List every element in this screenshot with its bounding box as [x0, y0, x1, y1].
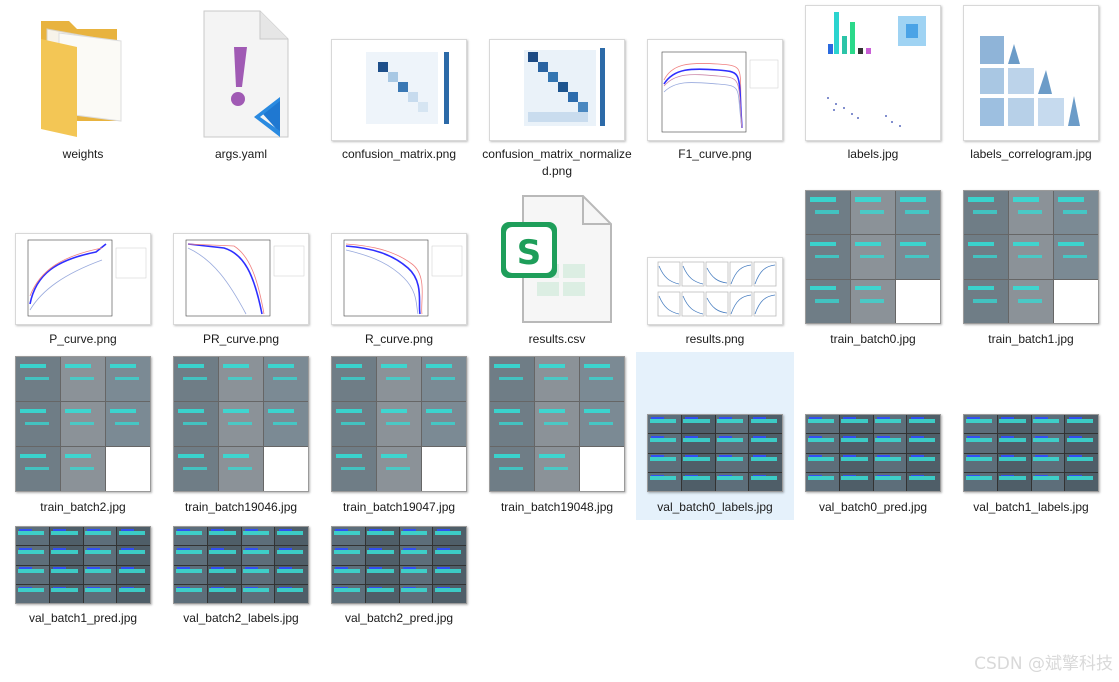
file-item[interactable]: PR_curve.png	[162, 188, 320, 353]
train-batch-thumbnail	[805, 190, 941, 324]
file-name: confusion_matrix.png	[341, 147, 457, 161]
file-item[interactable]: train_batch1.jpg	[952, 188, 1110, 353]
train-batch-thumbnail	[963, 190, 1099, 324]
file-item-selected[interactable]: val_batch0_labels.jpg	[636, 352, 794, 520]
file-name: P_curve.png	[49, 332, 117, 346]
file-name: labels_correlogram.jpg	[970, 147, 1092, 161]
pr-curve-thumbnail	[173, 233, 309, 325]
val-batch-thumbnail	[173, 526, 309, 604]
file-name: train_batch0.jpg	[830, 332, 916, 346]
file-name: train_batch19047.jpg	[342, 500, 456, 514]
file-name: results.png	[685, 332, 745, 346]
file-name: val_batch2_pred.jpg	[344, 611, 454, 625]
file-item[interactable]: train_batch19048.jpg	[478, 354, 636, 520]
train-batch-thumbnail	[331, 356, 467, 492]
r-curve-thumbnail	[331, 233, 467, 325]
vscode-yaml-icon	[203, 10, 289, 138]
labels-correlogram-thumbnail	[963, 5, 1099, 141]
p-curve-thumbnail	[15, 233, 151, 325]
file-item[interactable]: train_batch0.jpg	[794, 188, 952, 353]
val-batch-thumbnail	[963, 414, 1099, 492]
file-item[interactable]: R_curve.png	[320, 188, 478, 353]
file-name: val_batch0_labels.jpg	[657, 500, 773, 514]
file-item[interactable]: labels.jpg	[794, 4, 952, 169]
file-name: val_batch1_pred.jpg	[28, 611, 138, 625]
file-item[interactable]: train_batch2.jpg	[4, 354, 162, 520]
confusion-matrix-thumbnail	[331, 39, 467, 141]
file-name: train_batch2.jpg	[40, 500, 126, 514]
train-batch-thumbnail	[489, 356, 625, 492]
file-item[interactable]: confusion_matrix.png	[320, 4, 478, 169]
file-name: labels.jpg	[847, 147, 899, 161]
file-item[interactable]: S results.csv	[478, 188, 636, 353]
file-item[interactable]: val_batch1_pred.jpg	[4, 524, 162, 634]
val-batch-thumbnail	[805, 414, 941, 492]
file-name: confusion_matrix_normalized.png	[482, 147, 632, 178]
file-name: val_batch0_pred.jpg	[818, 500, 928, 514]
file-name: F1_curve.png	[678, 147, 752, 161]
file-item[interactable]: results.png	[636, 188, 794, 353]
file-name: results.csv	[528, 332, 586, 346]
confusion-matrix-normalized-thumbnail	[489, 39, 625, 141]
val-batch-thumbnail	[15, 526, 151, 604]
labels-thumbnail	[805, 5, 941, 141]
file-item[interactable]: train_batch19046.jpg	[162, 354, 320, 520]
file-item[interactable]: val_batch2_pred.jpg	[320, 524, 478, 634]
file-name: weights	[62, 147, 104, 161]
svg-text:S: S	[517, 233, 542, 273]
train-batch-thumbnail	[173, 356, 309, 492]
file-item[interactable]: args.yaml	[162, 4, 320, 169]
file-item[interactable]: confusion_matrix_normalized.png	[478, 4, 636, 184]
train-batch-thumbnail	[15, 356, 151, 492]
file-item[interactable]: F1_curve.png	[636, 4, 794, 169]
file-name: PR_curve.png	[202, 332, 280, 346]
f1-curve-thumbnail	[647, 39, 783, 141]
file-name: train_batch19046.jpg	[184, 500, 298, 514]
file-name: R_curve.png	[364, 332, 434, 346]
file-name: val_batch2_labels.jpg	[183, 611, 299, 625]
file-item[interactable]: val_batch2_labels.jpg	[162, 524, 320, 634]
file-item[interactable]: P_curve.png	[4, 188, 162, 353]
file-name: train_batch1.jpg	[988, 332, 1074, 346]
file-item[interactable]: val_batch1_labels.jpg	[952, 352, 1110, 520]
watermark: CSDN @斌擎科技	[974, 654, 1113, 674]
val-batch-thumbnail	[331, 526, 467, 604]
file-item[interactable]: weights	[4, 4, 162, 169]
file-item[interactable]: labels_correlogram.jpg	[952, 4, 1110, 169]
file-name: val_batch1_labels.jpg	[973, 500, 1089, 514]
results-thumbnail	[647, 257, 783, 325]
file-item[interactable]: train_batch19047.jpg	[320, 354, 478, 520]
spreadsheet-icon: S	[501, 195, 612, 323]
file-item[interactable]: val_batch0_pred.jpg	[794, 352, 952, 520]
file-name: train_batch19048.jpg	[500, 500, 614, 514]
file-name: args.yaml	[214, 147, 267, 161]
folder-icon	[41, 21, 122, 137]
val-batch-thumbnail	[647, 414, 783, 492]
